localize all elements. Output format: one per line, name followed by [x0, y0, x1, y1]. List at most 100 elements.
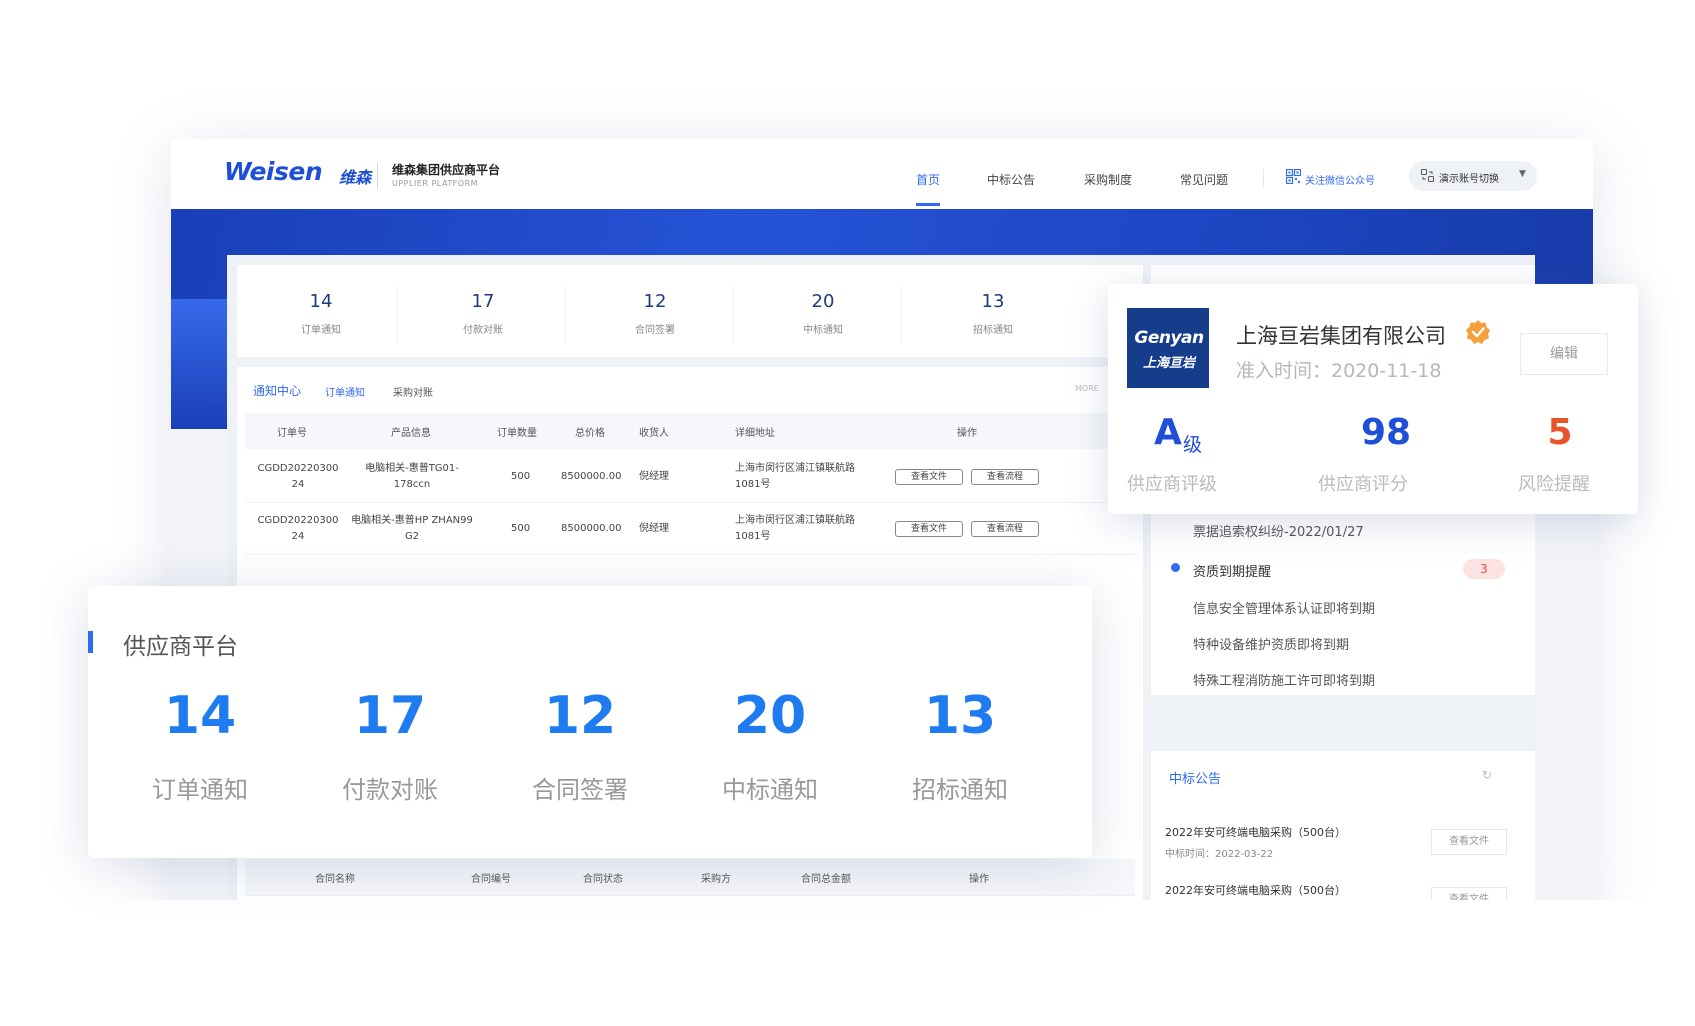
- risk-alert-value[interactable]: 5: [1520, 412, 1600, 453]
- top-navbar: Weisen 维森 维森集团供应商平台 UPPLIER PLATFORM 首页 …: [171, 139, 1593, 209]
- cell-receiver: 倪经理: [639, 523, 669, 534]
- qrcode-icon[interactable]: [1286, 169, 1301, 184]
- col-product: 产品信息: [391, 428, 431, 439]
- verified-badge-icon: [1466, 320, 1490, 344]
- logo-cn: 维森: [339, 168, 372, 187]
- wechat-follow-link[interactable]: 关注微信公众号: [1305, 172, 1375, 187]
- big-stat-tenders[interactable]: 13: [880, 686, 1040, 746]
- logo-text: Weisen: [224, 157, 323, 186]
- supplier-score-value: 98: [1360, 412, 1412, 453]
- stats-summary-card: 14 订单通知 17 付款对账 12 合同签署 20 中标通知 13 招标通知: [237, 265, 1143, 357]
- stat-value-contracts[interactable]: 12: [615, 291, 695, 312]
- stat-value-bids-won[interactable]: 20: [783, 291, 863, 312]
- account-switch-button[interactable]: 演示账号切换 ▼: [1409, 161, 1537, 191]
- qualification-count-badge: 3: [1463, 559, 1505, 579]
- qualification-item[interactable]: 特殊工程消防施工许可即将到期: [1193, 670, 1375, 689]
- contract-table-header: 合同名称 合同编号 合同状态 采购方 合同总金额 操作: [245, 859, 1135, 895]
- big-stat-payments[interactable]: 17: [310, 686, 470, 746]
- qualification-reminder-title[interactable]: 资质到期提醒: [1193, 561, 1271, 580]
- bid-announcement-title: 中标公告: [1169, 772, 1222, 787]
- supplier-score-label: 供应商评分: [1318, 474, 1408, 495]
- big-stat-contracts[interactable]: 12: [500, 686, 660, 746]
- page-bottom-fade: [0, 900, 1695, 1026]
- col-contract-name: 合同名称: [315, 874, 355, 885]
- nav-faq[interactable]: 常见问题: [1180, 171, 1228, 188]
- refresh-icon[interactable]: ↻: [1482, 768, 1492, 782]
- stat-label-orders: 订单通知: [301, 325, 341, 336]
- view-file-button[interactable]: 查看文件: [895, 469, 963, 485]
- table-divider: [245, 895, 1135, 896]
- col-contract-status: 合同状态: [583, 874, 623, 885]
- big-stat-tenders-label: 招标通知: [912, 776, 1008, 804]
- col-purchaser: 采购方: [701, 874, 731, 885]
- qualification-item[interactable]: 信息安全管理体系认证即将到期: [1193, 598, 1375, 617]
- dispute-item[interactable]: 票据追索权纠纷-2022/01/27: [1193, 521, 1364, 540]
- switch-account-icon: [1421, 169, 1434, 182]
- nav-home[interactable]: 首页: [916, 171, 940, 188]
- cell-qty: 500: [511, 523, 531, 534]
- bid-view-file-button[interactable]: 查看文件: [1431, 829, 1507, 855]
- platform-subtitle: UPPLIER PLATFORM: [392, 179, 479, 188]
- account-switch-label: 演示账号切换: [1439, 174, 1499, 185]
- bid-item-time: 中标时间：2022-03-22: [1165, 849, 1274, 860]
- big-stat-orders[interactable]: 14: [120, 686, 280, 746]
- cell-order-no: CGDD20220300 24: [257, 463, 339, 490]
- col-contract-no: 合同编号: [471, 874, 511, 885]
- stat-value-tenders[interactable]: 13: [953, 291, 1033, 312]
- view-flow-button[interactable]: 查看流程: [971, 521, 1039, 537]
- big-stat-bids-won[interactable]: 20: [690, 686, 850, 746]
- banner-decoration: [171, 299, 227, 429]
- qualification-item[interactable]: 特种设备维护资质即将到期: [1193, 634, 1349, 653]
- col-total: 总价格: [575, 428, 605, 439]
- tab-procurement-reconcile[interactable]: 采购对账: [393, 384, 433, 399]
- nav-active-indicator: [916, 203, 940, 206]
- big-stat-bids-won-label: 中标通知: [722, 776, 818, 804]
- stat-label-contracts: 合同签署: [635, 325, 675, 336]
- supplier-profile-card: Genyan 上海亘岩 上海亘岩集团有限公司 准入时间：2020-11-18 编…: [1108, 284, 1638, 514]
- col-actions: 操作: [957, 428, 977, 439]
- cell-address: 上海市闵行区浦江镇联航路 1081号: [735, 463, 855, 490]
- bid-item-title[interactable]: 2022年安可终端电脑采购（500台）: [1165, 882, 1346, 898]
- card-title: 供应商平台: [123, 634, 238, 660]
- supplier-grade-label: 供应商评级: [1127, 474, 1217, 495]
- more-link[interactable]: MORE: [1075, 384, 1099, 393]
- title-accent-bar: [88, 631, 93, 653]
- tab-notification-center[interactable]: 通知中心: [253, 382, 301, 399]
- stat-separator: [565, 285, 566, 341]
- caret-down-icon: ▼: [1519, 169, 1526, 179]
- cell-total: 8500000.00: [561, 523, 622, 534]
- view-flow-button[interactable]: 查看流程: [971, 469, 1039, 485]
- cell-receiver: 倪经理: [639, 471, 669, 482]
- admission-date: 准入时间：2020-11-18: [1236, 360, 1442, 382]
- edit-button[interactable]: 编辑: [1520, 333, 1608, 375]
- stat-separator: [901, 285, 902, 341]
- col-order-no: 订单号: [277, 428, 307, 439]
- cell-order-no: CGDD20220300 24: [257, 515, 339, 542]
- stat-label-payments: 付款对账: [463, 325, 503, 336]
- view-file-button[interactable]: 查看文件: [895, 521, 963, 537]
- table-row: CGDD20220300 24 电脑相关-惠普HP ZHAN99 G2 500 …: [245, 503, 1135, 555]
- order-table-header: 订单号 产品信息 订单数量 总价格 收货人 详细地址 操作: [245, 413, 1135, 449]
- nav-separator: [1263, 169, 1264, 187]
- platform-title: 维森集团供应商平台: [392, 163, 501, 177]
- stat-separator: [397, 285, 398, 341]
- stat-value-payments[interactable]: 17: [443, 291, 523, 312]
- col-qty: 订单数量: [497, 428, 537, 439]
- col-contract-actions: 操作: [969, 874, 989, 885]
- risk-alert-label: 风险提醒: [1518, 474, 1590, 495]
- company-name: 上海亘岩集团有限公司: [1236, 324, 1446, 348]
- nav-bid-announcement[interactable]: 中标公告: [987, 171, 1035, 188]
- company-logo-en: Genyan: [1134, 328, 1204, 348]
- supplier-grade-value: A: [1154, 412, 1182, 453]
- big-stat-payments-label: 付款对账: [342, 776, 438, 804]
- cell-product: 电脑相关-惠普HP ZHAN99 G2: [351, 515, 473, 542]
- bid-item-title[interactable]: 2022年安可终端电脑采购（500台）: [1165, 824, 1346, 840]
- tab-order-notice[interactable]: 订单通知: [325, 384, 365, 399]
- supplier-grade-suffix: 级: [1183, 434, 1203, 456]
- bullet-dot: [1171, 563, 1180, 572]
- big-stat-orders-label: 订单通知: [152, 776, 248, 804]
- stat-value-orders[interactable]: 14: [281, 291, 361, 312]
- col-contract-amount: 合同总金额: [801, 874, 851, 885]
- stat-separator: [733, 285, 734, 341]
- nav-procurement-policy[interactable]: 采购制度: [1084, 171, 1132, 188]
